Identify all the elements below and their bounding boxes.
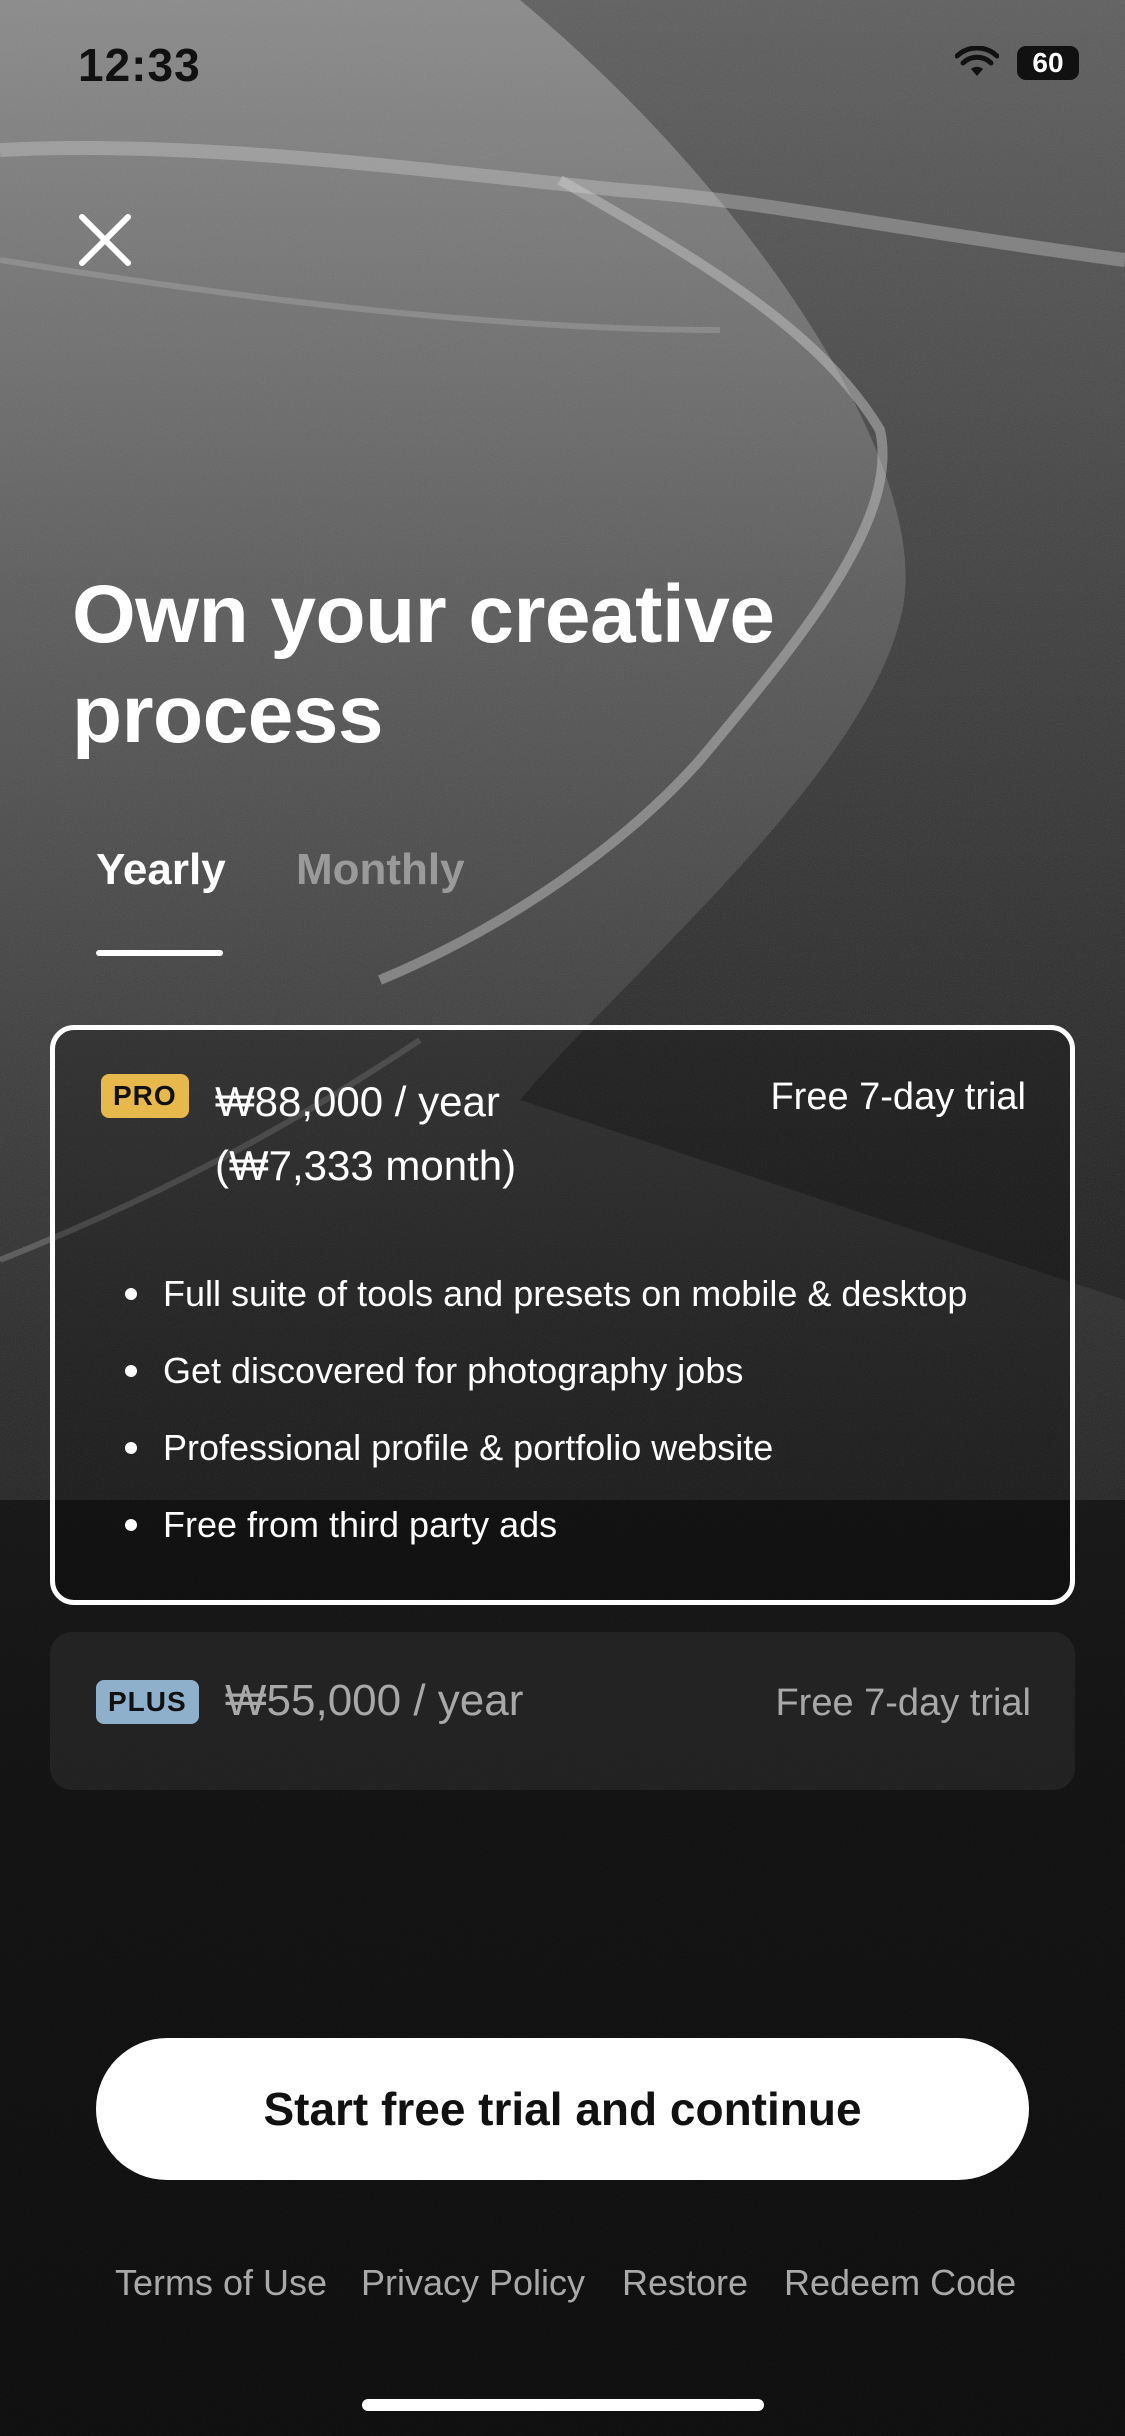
tab-selected-indicator [96,950,223,956]
restore-link[interactable]: Restore [622,2262,748,2304]
close-icon [79,214,131,266]
start-free-trial-button[interactable]: Start free trial and continue [96,2038,1029,2180]
pro-price: ₩88,000 / year (₩7,333 month) [215,1070,516,1198]
terms-of-use-link[interactable]: Terms of Use [115,2262,327,2304]
page-title: Own your creative process [72,565,972,765]
pro-badge: PRO [101,1074,189,1118]
plus-plan-card[interactable]: PLUS ₩55,000 / year Free 7-day trial [50,1632,1075,1790]
status-icons: 60 [955,46,1079,80]
feature-item: Free from third party ads [125,1486,967,1563]
pro-plan-card[interactable]: PRO ₩88,000 / year (₩7,333 month) Free 7… [50,1025,1075,1605]
pro-feature-list: Full suite of tools and presets on mobil… [125,1255,967,1563]
pro-price-monthly: (₩7,333 month) [215,1142,517,1189]
redeem-code-link[interactable]: Redeem Code [784,2262,1016,2304]
feature-item: Get discovered for photography jobs [125,1332,967,1409]
title-line-1: Own your creative [72,569,775,660]
pro-price-yearly: ₩88,000 / year [215,1078,500,1125]
feature-item: Professional profile & portfolio website [125,1409,967,1486]
close-button[interactable] [70,205,140,275]
battery-icon: 60 [1017,46,1079,80]
pro-trial-label: Free 7-day trial [770,1076,1026,1118]
tab-monthly[interactable]: Monthly [296,845,465,895]
plus-trial-label: Free 7-day trial [775,1682,1031,1724]
tab-yearly[interactable]: Yearly [96,845,226,895]
status-time: 12:33 [78,39,201,91]
feature-item: Full suite of tools and presets on mobil… [125,1255,967,1332]
plus-badge: PLUS [96,1680,199,1724]
title-line-2: process [72,669,384,760]
privacy-policy-link[interactable]: Privacy Policy [361,2262,585,2304]
home-indicator [362,2399,764,2411]
wifi-icon [955,46,999,76]
plus-price: ₩55,000 / year [225,1676,524,1725]
